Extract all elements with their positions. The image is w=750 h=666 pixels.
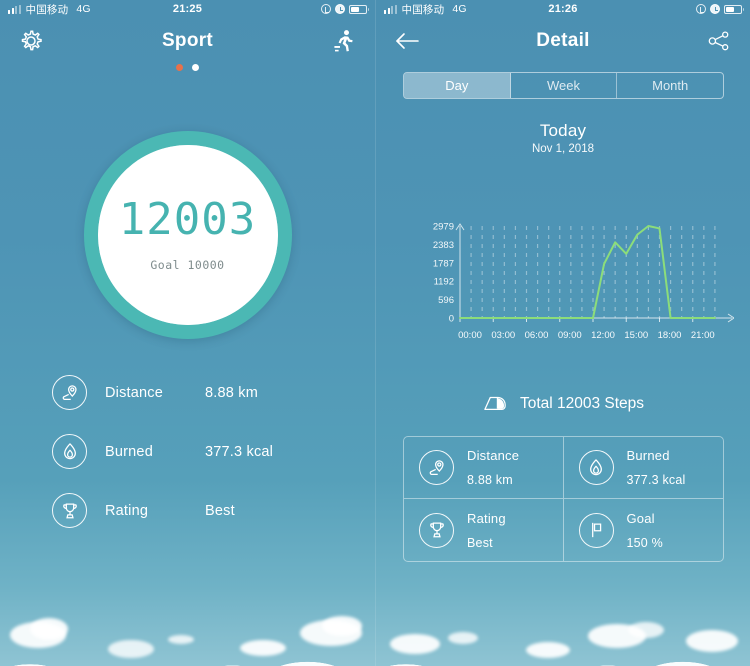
battery-icon [349,4,369,14]
share-button[interactable] [704,26,734,56]
nav-bar-right: Detail [376,18,750,64]
flame-icon [52,434,87,469]
steps-ring: 12003 Goal 10000 [83,131,292,339]
share-icon [708,31,729,51]
back-button[interactable] [392,26,422,56]
stat-label: Rating [105,502,149,519]
stat-value: 8.88 km [205,384,258,401]
cloud-decoration-left [0,576,375,666]
step-count: 12003 [118,194,257,245]
page-title: Sport [161,30,214,51]
status-right-group [321,4,369,14]
grid-label: Burned [626,448,670,463]
stat-label: Burned [105,443,153,460]
location-icon [696,4,706,14]
shoe-icon [484,396,506,411]
grid-label: Distance [467,448,520,463]
status-bar-right: 中国移动 4G 21:26 [376,0,750,18]
svg-text:15:00: 15:00 [624,330,648,341]
trophy-icon [52,493,87,528]
date-title: Today [539,121,587,140]
cloud-decoration-right [376,576,750,666]
location-pin-icon [52,375,87,410]
grid-value: Best [467,535,493,550]
stat-row-rating: Rating Best [52,481,323,540]
stat-row-burned: Burned 377.3 kcal [52,422,323,481]
grid-label: Rating [467,510,506,526]
tab-month[interactable]: Month [617,73,723,98]
location-pin-icon [419,450,454,485]
stat-value: Best [205,502,235,519]
stat-label: Distance [105,384,164,401]
svg-text:09:00: 09:00 [558,330,582,341]
summary-grid: Distance 8.88 km Burned 377.3 kcal Ratin… [403,436,724,562]
total-steps-text: Total 12003 Steps [519,395,645,412]
grid-value: 8.88 km [467,473,513,487]
svg-text:2979: 2979 [433,222,454,233]
nav-bar-left: Sport [0,18,375,64]
svg-text:21:00: 21:00 [691,330,715,341]
grid-cell-burned: Burned 377.3 kcal [563,437,723,499]
steps-chart: 0 596 1192 1787 2383 2979 00:00 03:00 06:00 09:00… [412,222,734,354]
grid-cell-rating: Rating Best [404,499,564,561]
alarm-icon [710,4,720,14]
app-root: 中国移动 4G 21:25 Sport 12003 Goal 10000 Dis… [0,0,750,666]
svg-text:06:00: 06:00 [525,330,549,341]
svg-text:12:00: 12:00 [591,330,615,341]
grid-value: 150 % [626,535,663,550]
stats-list: Distance 8.88 km Burned 377.3 kcal Ratin… [0,363,375,540]
gear-icon [21,30,42,51]
back-arrow-icon [396,33,419,49]
svg-text:2383: 2383 [433,240,454,251]
status-clock: 21:26 [548,3,578,15]
alarm-icon [335,4,345,14]
settings-button[interactable] [16,26,46,56]
status-clock: 21:25 [172,3,203,15]
goal-label: Goal 10000 [150,258,225,272]
page-indicator [0,64,375,71]
flame-icon [578,450,614,485]
status-bar-left: 中国移动 4G 21:25 [0,0,375,18]
stat-row-distance: Distance 8.88 km [52,363,323,422]
steps-chart-svg: 0 596 1192 1787 2383 2979 00:00 03:00 06:00 09:00… [433,222,734,341]
detail-screen: 中国移动 4G 21:26 Detail Day Week Month Toda… [375,0,750,666]
stat-value: 377.3 kcal [205,443,274,460]
grid-cell-distance: Distance 8.88 km [404,437,564,499]
date-subtitle: Nov 1, 2018 [531,143,594,155]
trophy-icon [419,512,454,548]
sport-screen: 中国移动 4G 21:25 Sport 12003 Goal 10000 Dis… [0,0,375,666]
location-icon [321,4,331,14]
svg-text:03:00: 03:00 [491,330,515,341]
period-tabs[interactable]: Day Week Month [403,72,724,99]
steps-ring-face: 12003 Goal 10000 [97,145,278,325]
page-title: Detail [536,30,590,51]
svg-text:596: 596 [438,295,454,306]
tab-week[interactable]: Week [511,73,618,98]
flag-icon [578,512,614,548]
steps-ring-track: 12003 Goal 10000 [83,131,292,339]
grid-value: 377.3 kcal [626,473,686,487]
running-person-icon [334,30,353,52]
battery-icon [724,4,744,14]
total-steps-banner: Total 12003 Steps [376,393,750,415]
svg-text:1787: 1787 [433,258,454,269]
status-right-group [696,4,744,14]
activity-button[interactable] [329,26,359,56]
tab-day[interactable]: Day [404,73,511,98]
svg-text:00:00: 00:00 [458,330,482,341]
svg-text:18:00: 18:00 [658,330,682,341]
page-dot-1[interactable] [176,64,183,71]
grid-cell-goal: Goal 150 % [564,499,724,561]
page-dot-2[interactable] [192,64,199,71]
svg-text:0: 0 [449,314,454,325]
grid-label: Goal [626,510,655,526]
svg-text:1192: 1192 [434,277,454,288]
